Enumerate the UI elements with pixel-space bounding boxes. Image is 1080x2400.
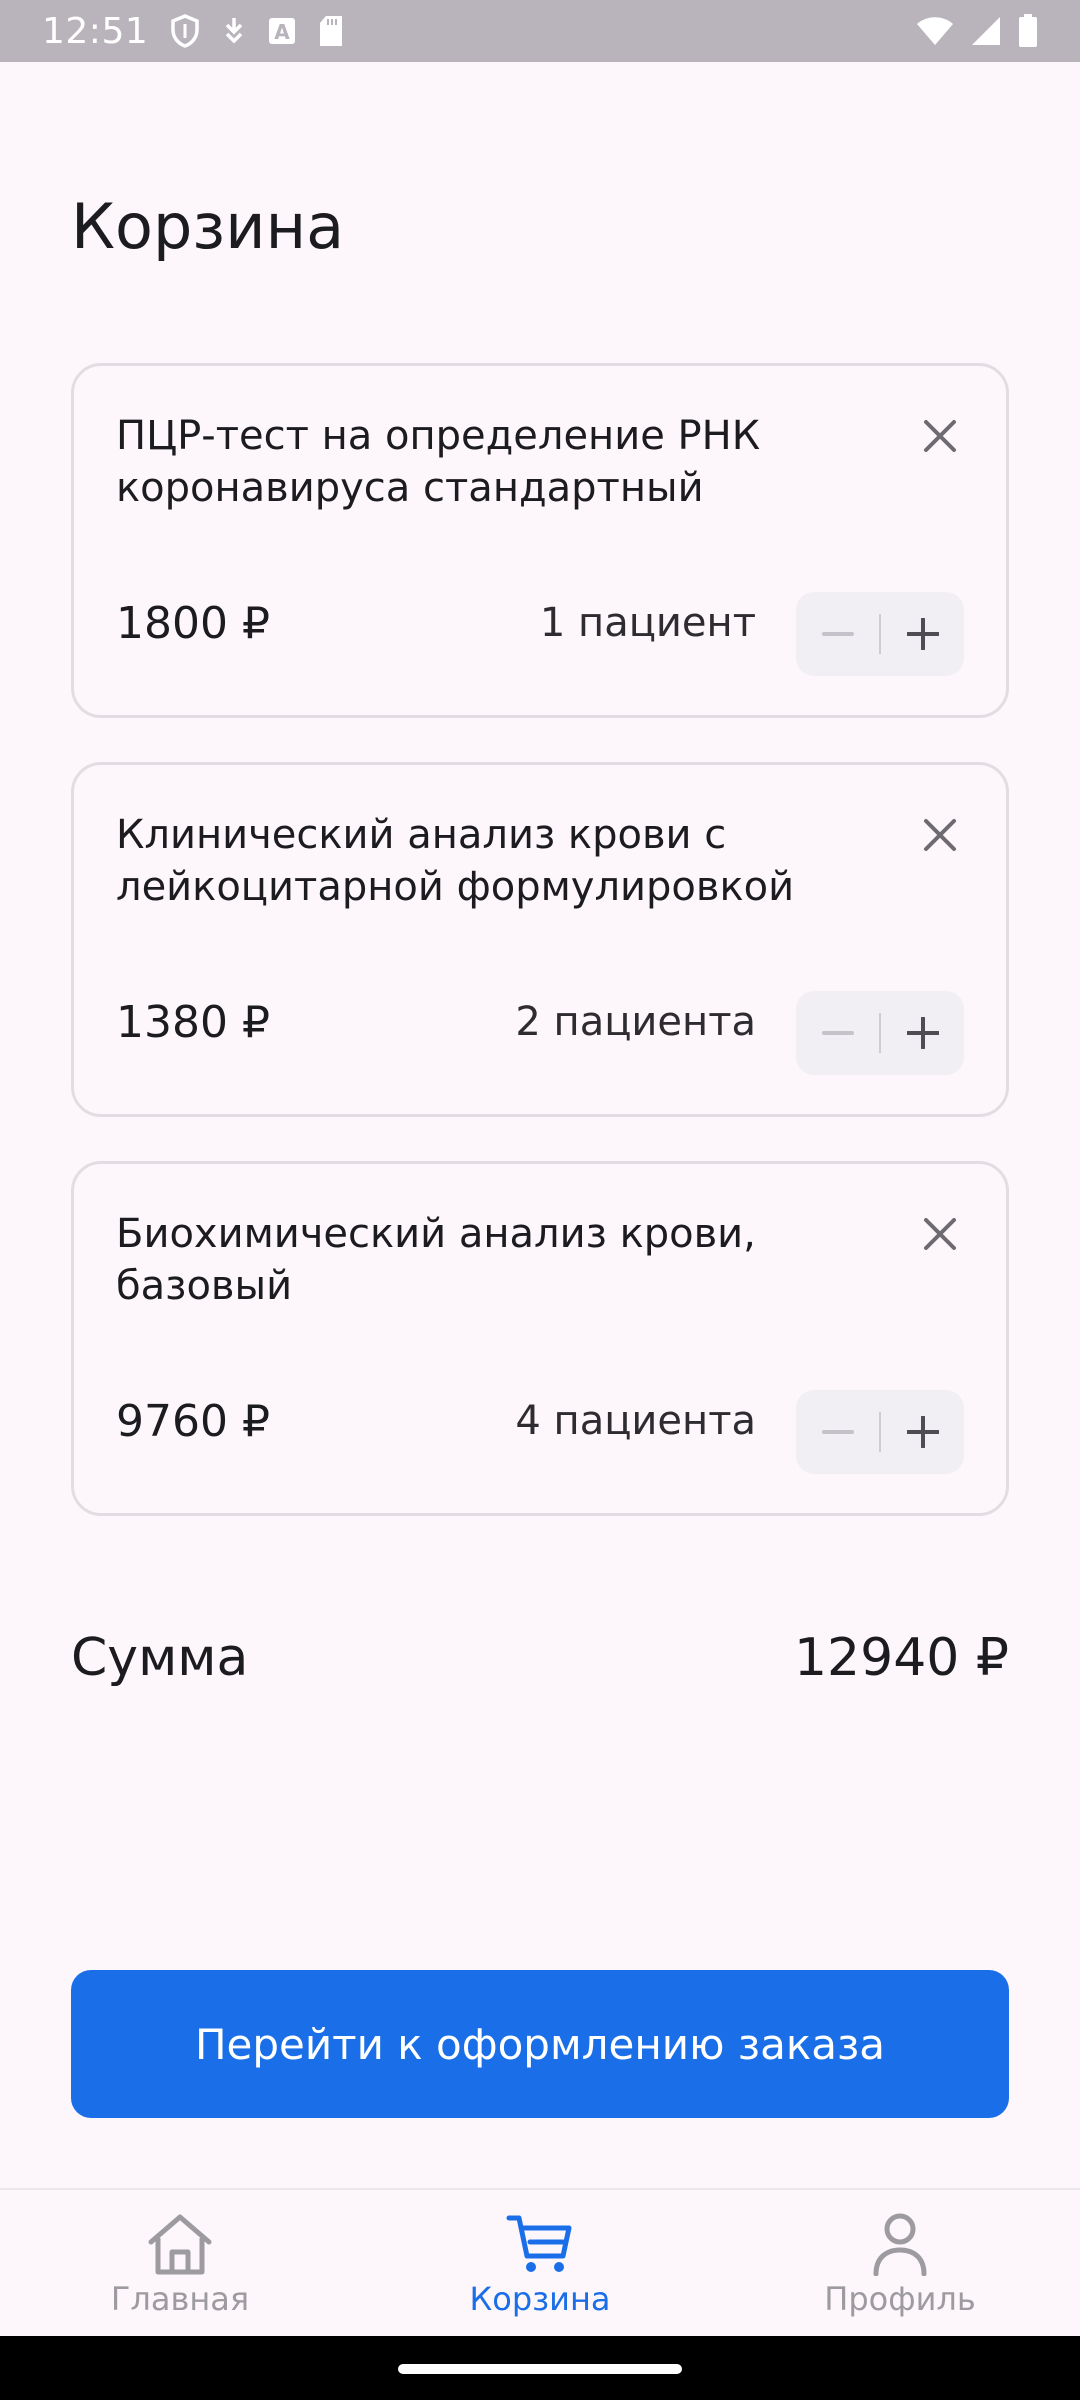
remove-item-button[interactable]	[918, 414, 962, 458]
decrement-button[interactable]	[796, 592, 879, 676]
nav-item-profile[interactable]: Профиль	[720, 2190, 1080, 2336]
nav-item-cart[interactable]: Корзина	[360, 2190, 720, 2336]
bottom-nav: Главная Корзина Профиль	[0, 2188, 1080, 2336]
decrement-button[interactable]	[796, 1390, 879, 1474]
minus-icon	[821, 632, 854, 636]
system-nav-bar	[0, 2336, 1080, 2400]
status-time: 12:51	[42, 10, 149, 52]
decrement-button[interactable]	[796, 991, 879, 1075]
plus-icon	[906, 618, 939, 650]
increment-button[interactable]	[881, 592, 964, 676]
increment-button[interactable]	[881, 1390, 964, 1474]
increment-button[interactable]	[881, 991, 964, 1075]
battery-icon	[1018, 14, 1038, 48]
cart-item-title: ПЦР-тест на определение РНК коронавируса…	[116, 413, 761, 511]
nav-label-profile: Профиль	[824, 2280, 976, 2318]
close-icon	[924, 420, 956, 452]
quantity-stepper	[796, 592, 964, 676]
checkout-button[interactable]: Перейти к оформлению заказа	[71, 1970, 1009, 2118]
home-icon	[148, 2214, 212, 2275]
nav-label-home: Главная	[110, 2280, 250, 2318]
nav-item-home[interactable]: Главная	[0, 2190, 360, 2336]
cart-item-patients: 2 пациента	[515, 999, 756, 1045]
profile-icon	[873, 2213, 927, 2276]
cart-item-price: 1800 ₽	[116, 598, 270, 649]
cart-item-price: 9760 ₽	[116, 1396, 270, 1447]
download-arrow-icon	[222, 16, 246, 46]
remove-item-button[interactable]	[918, 813, 962, 857]
sd-card-icon	[318, 15, 344, 47]
close-icon	[924, 1218, 956, 1250]
sum-value: 12940 ₽	[793, 1628, 1009, 1688]
cart-item-card: ПЦР-тест на определение РНК коронавируса…	[71, 363, 1009, 718]
status-icons-right	[916, 14, 1038, 48]
cart-item-card: Биохимический анализ крови, базовый 9760…	[71, 1161, 1009, 1516]
cart-icon	[506, 2215, 572, 2272]
nav-label-cart: Корзина	[469, 2280, 611, 2318]
cart-item-title: Клинический анализ крови с лейкоцитарной…	[116, 812, 795, 910]
cart-item-patients: 4 пациента	[515, 1398, 756, 1444]
home-gesture-handle[interactable]	[398, 2364, 682, 2374]
page-title: Корзина	[71, 190, 345, 263]
cart-item-price: 1380 ₽	[116, 997, 270, 1048]
quantity-stepper	[796, 1390, 964, 1474]
plus-icon	[906, 1017, 939, 1049]
shield-icon	[170, 14, 200, 48]
status-icons-left: A	[170, 14, 344, 48]
plus-icon	[906, 1416, 939, 1448]
quantity-stepper	[796, 991, 964, 1075]
minus-icon	[821, 1430, 854, 1434]
sum-label: Сумма	[71, 1628, 249, 1688]
minus-icon	[821, 1031, 854, 1035]
remove-item-button[interactable]	[918, 1212, 962, 1256]
cart-item-patients: 1 пациент	[539, 600, 756, 646]
a-font-icon: A	[268, 17, 296, 45]
close-icon	[924, 819, 956, 851]
wifi-icon	[916, 16, 954, 46]
cart-item-card: Клинический анализ крови с лейкоцитарной…	[71, 762, 1009, 1117]
cart-item-title: Биохимический анализ крови, базовый	[116, 1211, 756, 1309]
status-bar: 12:51 A	[0, 0, 1080, 62]
svg-text:A: A	[275, 20, 291, 44]
cell-signal-icon	[970, 15, 1002, 47]
